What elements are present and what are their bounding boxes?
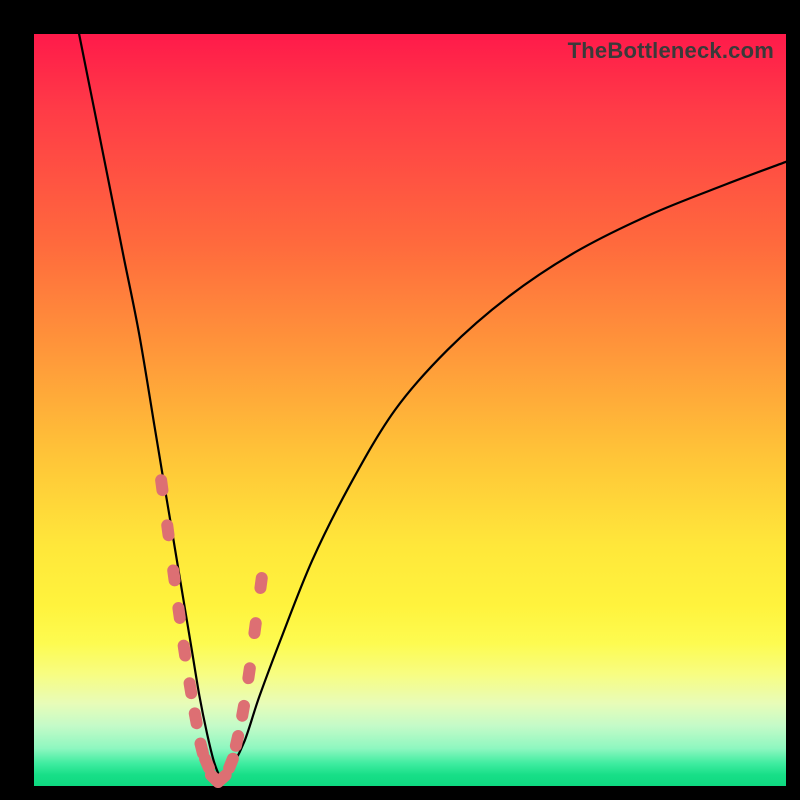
- plot-area: TheBottleneck.com: [34, 34, 786, 786]
- curve-marker: [235, 699, 251, 723]
- marker-group: [154, 474, 268, 791]
- chart-frame: TheBottleneck.com: [0, 0, 800, 800]
- curve-marker: [242, 661, 257, 685]
- curve-marker: [229, 729, 246, 753]
- curve-marker: [154, 474, 169, 497]
- bottleneck-curve: [79, 34, 786, 779]
- curve-marker: [254, 571, 269, 594]
- curve-marker: [248, 616, 263, 639]
- bottleneck-curve-svg: [34, 34, 786, 786]
- curve-marker: [160, 519, 175, 542]
